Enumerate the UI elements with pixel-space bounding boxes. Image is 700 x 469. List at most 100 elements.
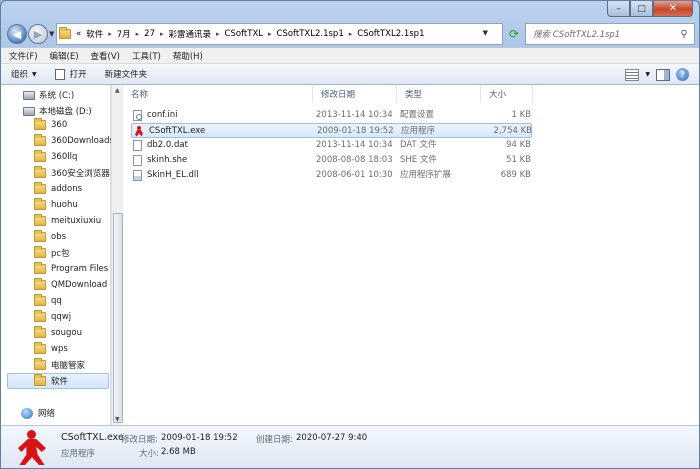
address-dropdown-icon[interactable]: ▼ xyxy=(483,29,488,37)
nav-item-label: QMDownload xyxy=(51,280,108,290)
nav-item-label: qq xyxy=(51,296,62,306)
open-button[interactable]: 打开 xyxy=(54,68,87,80)
nav-folder[interactable]: 360 xyxy=(34,117,67,133)
nav-folder[interactable]: 360llq xyxy=(34,149,77,165)
search-icon[interactable]: ⚲ xyxy=(674,29,694,40)
search-input[interactable]: 搜索 CSoftTXL2.1sp1 xyxy=(533,28,674,40)
breadcrumb-separator-icon[interactable]: ▸ xyxy=(349,30,353,38)
chevron-down-icon: ▼ xyxy=(32,70,37,78)
nav-folder[interactable]: qqwj xyxy=(34,309,71,325)
breadcrumb-separator-icon[interactable]: ▸ xyxy=(108,30,112,38)
new-folder-button[interactable]: 新建文件夹 xyxy=(105,68,148,80)
address-bar[interactable]: « 软件 ▸ 7月 ▸ 27 ▸ 彩雷通讯录 ▸ CSoftTXL ▸ CSof… xyxy=(56,23,503,45)
folder-icon xyxy=(34,134,46,146)
change-view-icon[interactable] xyxy=(625,68,640,81)
maximize-button[interactable]: □ xyxy=(630,1,653,17)
refresh-icon[interactable]: ⟳ xyxy=(505,24,523,44)
nav-scrollbar[interactable]: ▲ ▼ xyxy=(111,85,123,425)
recent-pages-dropdown-icon[interactable]: ▼ xyxy=(49,30,54,38)
folder-icon xyxy=(34,358,46,370)
folder-icon xyxy=(34,342,46,354)
breadcrumb-item[interactable]: 7月 xyxy=(117,28,131,40)
file-date: 2013-11-14 10:34 xyxy=(316,140,393,150)
file-type: 配置设置 xyxy=(400,110,435,120)
menu-edit[interactable]: 编辑(E) xyxy=(50,50,79,62)
scrollbar-thumb[interactable] xyxy=(113,213,123,423)
column-header-name[interactable]: 名称 xyxy=(123,85,313,103)
file-row[interactable]: skinh.she 2008-08-08 18:03 SHE 文件 51 KB xyxy=(131,153,532,168)
file-row-selected[interactable]: CSoftTXL.exe 2009-01-18 19:52 应用程序 2,754… xyxy=(131,123,532,138)
breadcrumb-item[interactable]: 27 xyxy=(144,29,155,39)
menu-help[interactable]: 帮助(H) xyxy=(173,50,203,62)
file-size: 1 KB xyxy=(511,110,531,120)
breadcrumb-separator-icon[interactable]: ▸ xyxy=(160,30,164,38)
file-name-cell: CSoftTXL.exe xyxy=(134,124,314,139)
breadcrumb-separator-icon[interactable]: ▸ xyxy=(268,30,272,38)
nav-item-label: 电脑管家 xyxy=(51,361,86,371)
column-header-size[interactable]: 大小 xyxy=(481,85,533,103)
breadcrumb-item[interactable]: CSoftTXL xyxy=(225,29,263,39)
nav-folder[interactable]: 电脑管家 xyxy=(34,357,85,373)
file-row[interactable]: conf.ini 2013-11-14 10:34 配置设置 1 KB xyxy=(131,108,532,123)
file-date: 2009-01-18 19:52 xyxy=(317,126,394,136)
file-list: 名称 修改日期 类型 大小 conf.ini 2013-11-14 10:34 … xyxy=(123,85,699,425)
nav-folder[interactable]: meituxiuxiu xyxy=(34,213,101,229)
search-box[interactable]: 搜索 CSoftTXL2.1sp1 ⚲ xyxy=(525,23,695,45)
navigation-pane: 系统 (C:) 本地磁盘 (D:) 360 360Downloads 360ll… xyxy=(1,85,114,425)
nav-folder[interactable]: wps xyxy=(34,341,68,357)
forward-button[interactable]: ▶ xyxy=(28,24,48,44)
column-header-type[interactable]: 类型 xyxy=(397,85,481,103)
view-options-dropdown-icon[interactable]: ▼ xyxy=(645,71,650,78)
file-size: 51 KB xyxy=(506,155,531,165)
nav-folder[interactable]: 360安全浏览器 xyxy=(34,165,110,181)
file-name-cell: SkinH_EL.dll xyxy=(133,168,313,183)
scroll-down-icon[interactable]: ▼ xyxy=(115,416,120,423)
nav-folder[interactable]: Program Files xyxy=(34,261,108,277)
nav-item-label: 360安全浏览器 xyxy=(51,169,110,179)
breadcrumb-item[interactable]: 软件 xyxy=(86,28,103,40)
nav-folder-selected[interactable]: 软件 xyxy=(7,373,109,389)
close-button[interactable]: ✕ xyxy=(653,1,693,17)
nav-drive-c[interactable]: 系统 (C:) xyxy=(23,87,74,103)
nav-item-label: wps xyxy=(51,344,68,354)
breadcrumb-separator-icon[interactable]: ▸ xyxy=(136,30,140,38)
breadcrumb-item[interactable]: CSoftTXL2.1sp1 xyxy=(277,29,344,39)
details-filename: CSoftTXL.exe xyxy=(61,432,124,443)
nav-item-label: 本地磁盘 (D:) xyxy=(39,107,92,117)
details-pane: CSoftTXL.exe 修改日期: 2009-01-18 19:52 创建日期… xyxy=(1,425,699,468)
nav-folder[interactable]: addons xyxy=(34,181,82,197)
help-icon[interactable]: ? xyxy=(676,68,689,81)
nav-folder[interactable]: 360Downloads xyxy=(34,133,114,149)
nav-folder[interactable]: qq xyxy=(34,293,62,309)
address-overflow-chevron[interactable]: « xyxy=(76,29,81,39)
organize-button[interactable]: 组织 ▼ xyxy=(11,68,37,80)
column-header-date[interactable]: 修改日期 xyxy=(313,85,397,103)
scroll-up-icon[interactable]: ▲ xyxy=(115,87,120,94)
file-name-cell: db2.0.dat xyxy=(133,138,313,153)
breadcrumb-item[interactable]: 彩雷通讯录 xyxy=(169,28,212,40)
minimize-button[interactable]: – xyxy=(607,1,630,17)
file-row[interactable]: SkinH_EL.dll 2008-06-01 10:30 应用程序扩展 689… xyxy=(131,168,532,183)
details-modified-value: 2009-01-18 19:52 xyxy=(161,433,238,443)
folder-icon xyxy=(34,262,46,274)
nav-item-label: Program Files xyxy=(51,264,109,274)
nav-folder[interactable]: QMDownload xyxy=(34,277,107,293)
folder-icon xyxy=(34,246,46,258)
nav-folder[interactable]: sougou xyxy=(34,325,82,341)
menu-file[interactable]: 文件(F) xyxy=(9,50,38,62)
preview-pane-icon[interactable] xyxy=(656,68,670,81)
breadcrumb-separator-icon[interactable]: ▸ xyxy=(216,30,220,38)
details-created-value: 2020-07-27 9:40 xyxy=(296,433,368,443)
nav-folder[interactable]: obs xyxy=(34,229,66,245)
nav-folder[interactable]: huohu xyxy=(34,197,78,213)
file-row[interactable]: db2.0.dat 2013-11-14 10:34 DAT 文件 94 KB xyxy=(131,138,532,153)
back-button[interactable]: ◀ xyxy=(7,24,27,44)
details-created-label: 创建日期: xyxy=(256,435,293,445)
menu-tools[interactable]: 工具(T) xyxy=(132,50,161,62)
nav-folder[interactable]: pc包 xyxy=(34,245,70,261)
breadcrumb-item[interactable]: CSoftTXL2.1sp1 xyxy=(357,29,424,39)
menu-view[interactable]: 查看(V) xyxy=(91,50,120,62)
nav-network[interactable]: 网络 xyxy=(21,405,55,421)
details-size-label: 大小: xyxy=(139,449,159,459)
file-date: 2013-11-14 10:34 xyxy=(316,110,393,120)
